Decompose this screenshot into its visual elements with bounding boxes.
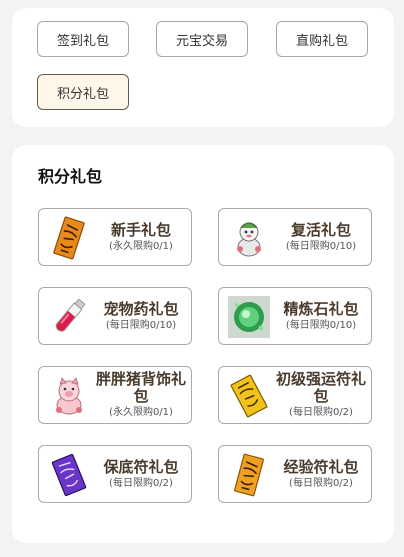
yellow-talisman-icon [227, 374, 271, 418]
orange-talisman-icon [47, 216, 91, 260]
gift-item-revive[interactable]: 复活礼包 (每日限购0/10) [218, 208, 372, 266]
tab-points-gift[interactable]: 积分礼包 [37, 74, 129, 110]
orange-talisman-icon [227, 453, 271, 497]
gift-limit: (每日限购0/2) [109, 477, 173, 489]
gift-item-basic-luck-talisman[interactable]: 初级强运符礼包 (每日限购0/2) [218, 366, 372, 424]
tab-ingot-trade[interactable]: 元宝交易 [156, 21, 248, 57]
gift-name: 经验符礼包 [283, 457, 359, 476]
gift-name: 宠物药礼包 [103, 299, 179, 318]
gift-item-refining-stone[interactable]: 精炼石礼包 (每日限购0/10) [218, 287, 372, 345]
gift-limit: (永久限购0/1) [109, 407, 173, 418]
gift-name: 保底符礼包 [103, 457, 179, 476]
gift-limit: (每日限购0/2) [289, 477, 353, 489]
gift-name: 初级强运符礼包 [275, 370, 366, 405]
white-doll-icon [227, 216, 271, 260]
gift-limit: (每日限购0/2) [289, 407, 353, 418]
tab-direct-purchase-gift[interactable]: 直购礼包 [276, 21, 368, 57]
gift-item-piggy-back-ornament[interactable]: 胖胖猪背饰礼包 (永久限购0/1) [38, 366, 192, 424]
gift-limit: (每日限购0/10) [285, 240, 357, 252]
pink-pig-icon [47, 374, 91, 418]
gift-item-pet-potion[interactable]: 宠物药礼包 (每日限购0/10) [38, 287, 192, 345]
section-title: 积分礼包 [38, 167, 103, 186]
points-gift-panel: 积分礼包 新手礼包 (永久限购0/1) 复活礼包 (每日限购0/10) 宠物药礼… [12, 145, 394, 543]
purple-talisman-icon [47, 453, 91, 497]
gift-limit: (永久限购0/1) [109, 240, 173, 252]
gift-name: 胖胖猪背饰礼包 [95, 370, 186, 405]
gift-name: 精炼石礼包 [283, 299, 359, 318]
gift-limit: (每日限购0/10) [105, 319, 177, 331]
gift-name: 复活礼包 [290, 220, 351, 239]
gift-limit: (每日限购0/10) [285, 319, 357, 331]
red-potion-icon [47, 295, 91, 339]
tab-sign-in-gift[interactable]: 签到礼包 [37, 21, 129, 57]
gift-tabs-panel: 签到礼包 元宝交易 直购礼包 积分礼包 [12, 8, 394, 127]
gift-item-experience-talisman[interactable]: 经验符礼包 (每日限购0/2) [218, 445, 372, 503]
green-stone-icon [227, 295, 271, 339]
gift-item-guarantee-talisman[interactable]: 保底符礼包 (每日限购0/2) [38, 445, 192, 503]
gift-name: 新手礼包 [110, 220, 171, 239]
gift-item-novice[interactable]: 新手礼包 (永久限购0/1) [38, 208, 192, 266]
